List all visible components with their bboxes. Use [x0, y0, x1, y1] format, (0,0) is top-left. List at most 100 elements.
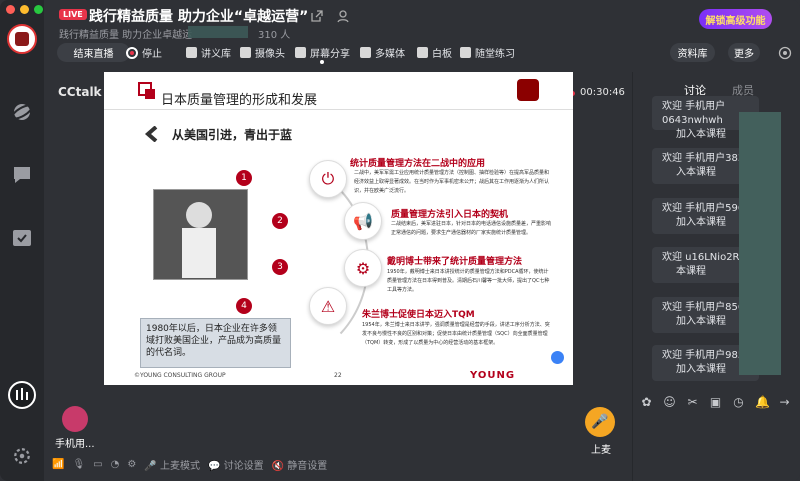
slide-title-marker	[138, 82, 155, 99]
minimize-window-icon[interactable]	[20, 5, 29, 14]
scissors-icon[interactable]: ✂	[686, 396, 699, 409]
discuss-settings-button[interactable]: 💬 讨论设置	[208, 457, 264, 472]
settings-icon[interactable]	[778, 46, 792, 60]
play-icon	[360, 47, 371, 58]
redacted-area	[188, 26, 248, 38]
slide-brand: YOUNG	[470, 370, 516, 381]
whiteboard-button[interactable]: 白板	[417, 45, 452, 60]
flower-icon[interactable]: ✿	[640, 396, 653, 409]
point-body: 1950年，戴明博士来日本讲授统计的质量管理方法和PDCA循环，使统计质量管理方…	[387, 269, 550, 293]
point-body: 二战中，美军军需工业应用统计质量管理方法（控制图、抽样检验等）在提高军品质量和经…	[354, 170, 550, 194]
puzzle-icon: ⚙	[344, 249, 382, 287]
channel-logo[interactable]	[7, 24, 37, 54]
maximize-window-icon[interactable]	[34, 5, 43, 14]
clock-icon[interactable]: ◷	[732, 396, 745, 409]
stop-label: 停止	[142, 49, 162, 60]
mic-label: 上麦	[591, 445, 611, 456]
handout-library-button[interactable]: 讲义库	[186, 45, 231, 60]
mic-mode-label: 上麦模式	[159, 461, 200, 472]
quiz-label: 随堂练习	[475, 49, 515, 60]
floating-chat-icon[interactable]	[551, 351, 564, 364]
multimedia-button[interactable]: 多媒体	[360, 45, 405, 60]
wifi-icon[interactable]: 📶	[52, 459, 64, 470]
megaphone-icon: 📢	[344, 202, 382, 240]
whiteboard-icon	[417, 47, 428, 58]
mute-settings-button[interactable]: 🔇 静音设置	[272, 457, 328, 472]
arrow-right-icon[interactable]: →	[778, 396, 791, 409]
book-icon	[186, 47, 197, 58]
point-heading: 戴明博士带来了统计质量管理方法	[387, 257, 523, 267]
materials-button[interactable]: 资料库	[670, 43, 715, 62]
point-number: 3	[272, 259, 288, 275]
active-indicator	[320, 60, 324, 64]
close-window-icon[interactable]	[6, 5, 15, 14]
live-studio-icon[interactable]	[8, 381, 36, 409]
point-body: 二战结束后，美军进驻日本，针对日本的电话通信设施质量差，严重影响正常通信的问题，…	[391, 221, 552, 236]
live-timer: 00:30:46	[580, 87, 625, 98]
slide-title: 日本质量管理的形成和发展	[161, 93, 318, 108]
handout-library-label: 讲义库	[201, 49, 231, 60]
screen-share-label: 屏幕分享	[310, 49, 350, 60]
discuss-settings-label: 讨论设置	[223, 461, 264, 472]
slide-subtitle: 从美国引进，青出于蓝	[172, 128, 293, 142]
redacted-area	[739, 112, 781, 375]
unlock-premium-button[interactable]: 解锁高级功能	[699, 9, 772, 29]
app-window: LIVE 践行精益质量 助力企业“卓越运营” 践行精益质量 助力企业卓越运 31…	[0, 0, 800, 481]
microphone-icon[interactable]: 🎙	[72, 459, 85, 470]
calendar-icon[interactable]	[10, 225, 34, 249]
slide-header: 日本质量管理的形成和发展	[104, 72, 573, 110]
camera-button[interactable]: 摄像头	[240, 45, 285, 60]
slide-quote: 1980年以后，日本企业在许多领域打败美国企业，产品成为高质量的代名词。	[140, 318, 291, 368]
warning-icon: ⚠	[309, 287, 347, 325]
point-heading: 质量管理方法引入日本的契机	[391, 210, 509, 220]
point-number: 2	[272, 213, 288, 229]
stop-button[interactable]: 停止	[126, 45, 162, 60]
mute-settings-label: 静音设置	[287, 461, 328, 472]
point-number: 4	[236, 298, 252, 314]
share-link-icon[interactable]	[310, 9, 324, 23]
more-button[interactable]: 更多	[728, 43, 760, 62]
mic-icon[interactable]: 🎤	[585, 407, 615, 437]
live-badge: LIVE	[59, 9, 87, 20]
members-icon[interactable]	[336, 9, 350, 23]
viewer-count: 310 人	[258, 30, 291, 41]
settings-gear-icon[interactable]	[13, 447, 31, 465]
course-subtitle: 践行精益质量 助力企业卓越运	[59, 30, 193, 41]
point-heading: 统计质量管理方法在二战中的应用	[350, 159, 486, 169]
course-title: 践行精益质量 助力企业“卓越运营”	[89, 9, 309, 25]
emoji-icon[interactable]: ☺	[663, 396, 676, 409]
image-icon[interactable]: ▣	[709, 396, 722, 409]
camera-icon	[240, 47, 251, 58]
quiz-button[interactable]: 随堂练习	[460, 45, 515, 60]
gear-icon[interactable]: ⚙	[127, 459, 136, 470]
end-live-button[interactable]: 结束直播	[57, 43, 130, 62]
edit-icon	[460, 47, 471, 58]
multimedia-label: 多媒体	[375, 49, 405, 60]
headphone-icon[interactable]: ◔	[111, 459, 120, 470]
mic-mode-button[interactable]: 🎤 上麦模式	[144, 457, 200, 472]
slide-page-number: 22	[334, 372, 342, 379]
chat-tools: ✿ ☺ ✂ ▣ ◷ 🔔 →	[640, 396, 791, 409]
planet-icon[interactable]	[10, 100, 34, 124]
bottom-controls: 📶 🎙 ▭ ◔ ⚙ 🎤 上麦模式 💬 讨论设置 🔇 静音设置	[52, 457, 327, 472]
camera-toggle-icon[interactable]: ▭	[93, 459, 102, 470]
point-heading: 朱兰博士促使日本迈入TQM	[362, 310, 475, 320]
record-stop-icon	[126, 46, 138, 59]
chevron-icon	[144, 126, 158, 142]
power-icon: ⏻	[309, 160, 347, 198]
slide-logo	[517, 79, 539, 101]
whiteboard-label: 白板	[432, 49, 452, 60]
window-controls	[6, 5, 43, 14]
bell-icon[interactable]: 🔔	[755, 396, 770, 409]
cctalk-brand: CCtalk	[58, 85, 102, 99]
camera-label: 摄像头	[255, 49, 285, 60]
slide-footer: ©YOUNG CONSULTING GROUP	[134, 372, 226, 379]
point-number: 1	[236, 170, 252, 186]
screen-share-button[interactable]: 屏幕分享	[295, 45, 350, 60]
monitor-icon	[295, 47, 306, 58]
avatar-name: 手机用...	[55, 439, 95, 450]
point-body: 1954年，朱兰博士来日本讲学，强调质量管理是经营的手段，讲述工序分析方法、突发…	[362, 322, 550, 346]
chat-icon[interactable]	[10, 163, 34, 187]
avatar[interactable]	[62, 406, 88, 432]
presentation-slide: 日本质量管理的形成和发展 从美国引进，青出于蓝 1 2 3 4 ⏻ 📢 ⚙ ⚠ …	[104, 72, 573, 385]
